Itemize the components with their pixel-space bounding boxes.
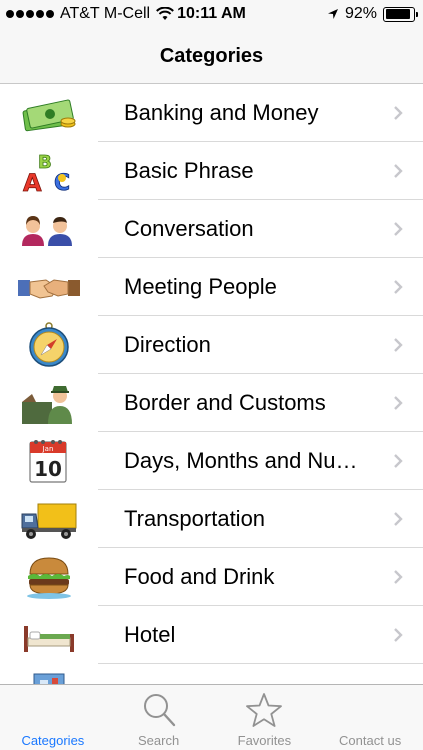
calendar-month-text: Jan [42, 445, 54, 453]
tab-categories[interactable]: Categories [0, 685, 106, 750]
chevron-right-icon [394, 280, 403, 294]
calendar-icon: Jan 10 [29, 440, 67, 483]
tab-favorites[interactable]: Favorites [212, 685, 318, 750]
chevron-right-icon [394, 570, 403, 584]
carrier-name: AT&T M-Cell [60, 5, 151, 22]
chevron-right-icon [394, 106, 403, 120]
category-row-meeting-people[interactable]: Meeting People [0, 258, 423, 316]
chevron-right-icon [394, 164, 403, 178]
abc-icon: B A C [23, 152, 71, 194]
signal-strength-icon [6, 10, 54, 18]
burger-icon [27, 557, 71, 599]
category-label: Direction [124, 332, 211, 357]
compass-icon [29, 322, 69, 367]
page-title: Categories [159, 45, 264, 67]
chevron-right-icon [394, 338, 403, 352]
shopping-icon [33, 673, 65, 684]
status-bar: AT&T M-Cell 10:11 AM 92% [0, 0, 423, 30]
battery-fill [385, 9, 411, 19]
star-icon [246, 693, 283, 727]
battery-percent: 92% [344, 5, 377, 22]
category-row-direction[interactable]: Direction [0, 316, 423, 374]
people-icon [22, 216, 72, 246]
money-icon [22, 99, 76, 132]
customs-officer-icon [22, 386, 72, 424]
category-row-transportation[interactable]: Transportation [0, 490, 423, 548]
category-row-conversation[interactable]: Conversation [0, 200, 423, 258]
category-label: Transportation [124, 506, 266, 531]
navigation-bar: Categories [0, 30, 423, 84]
tab-bar: Categories Search Favorites Contact us [0, 684, 423, 750]
svg-text:A: A [23, 169, 42, 194]
category-row-shopping[interactable] [0, 664, 423, 684]
category-row-food-drink[interactable]: Food and Drink [0, 548, 423, 606]
chevron-right-icon [394, 396, 403, 410]
bed-icon [24, 626, 74, 652]
calendar-day-text: 10 [34, 457, 62, 481]
tab-search[interactable]: Search [106, 685, 212, 750]
location-arrow-icon [327, 9, 338, 19]
category-label: Basic Phrase [124, 158, 254, 183]
category-label: Days, Months and Numbers [124, 448, 370, 473]
status-right: 92% [327, 5, 418, 23]
handshake-icon [18, 279, 80, 299]
category-row-border-customs[interactable]: Border and Customs [0, 374, 423, 432]
chevron-right-icon [394, 628, 403, 642]
category-row-basic-phrase[interactable]: B A C Basic Phrase [0, 142, 423, 200]
search-icon [143, 694, 175, 727]
tab-label: Contact us [339, 733, 402, 748]
category-list[interactable]: Banking and Money B A C Basic Phrase Con… [0, 84, 423, 684]
battery-icon [383, 6, 418, 22]
tab-label: Favorites [237, 733, 292, 748]
category-label: Food and Drink [124, 564, 275, 589]
category-label: Banking and Money [124, 100, 319, 125]
chevron-right-icon [394, 454, 403, 468]
category-label: Border and Customs [124, 390, 326, 415]
truck-icon [21, 503, 77, 539]
category-row-banking[interactable]: Banking and Money [0, 84, 423, 142]
chevron-right-icon [394, 512, 403, 526]
category-label: Hotel [124, 622, 176, 647]
chevron-right-icon [394, 222, 403, 236]
wifi-icon [156, 7, 174, 20]
status-left: AT&T M-Cell [6, 5, 174, 23]
category-row-days-months[interactable]: Jan 10 Days, Months and Numbers [0, 432, 423, 490]
category-label: Meeting People [124, 274, 277, 299]
category-label: Conversation [124, 216, 254, 241]
category-row-hotel[interactable]: Hotel [0, 606, 423, 664]
category-label [124, 664, 370, 684]
tab-label: Search [138, 733, 180, 748]
tab-label: Categories [21, 733, 85, 748]
tab-contact-us[interactable]: Contact us [317, 685, 423, 750]
